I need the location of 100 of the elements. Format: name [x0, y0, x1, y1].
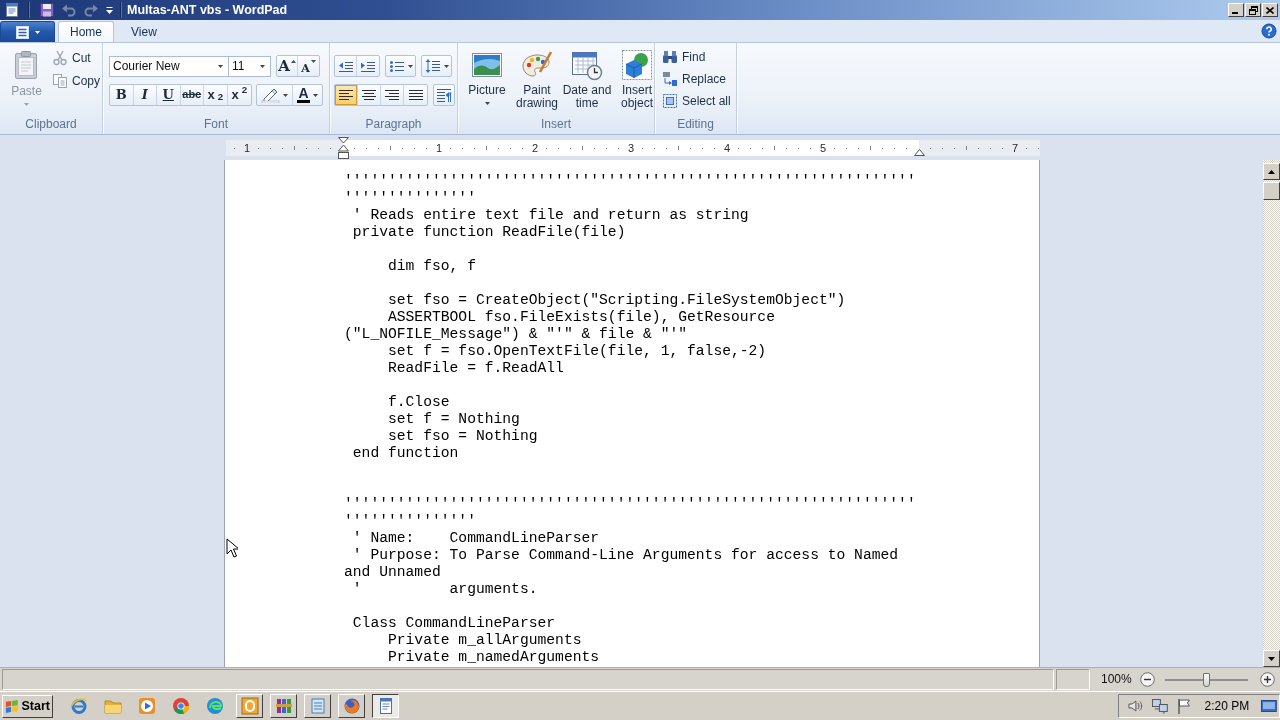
- taskbar-button[interactable]: [372, 694, 399, 718]
- ring-icon[interactable]: [70, 697, 88, 715]
- indent-handle[interactable]: [337, 137, 349, 159]
- editing-button[interactable]: Replace: [660, 68, 736, 90]
- zoom-in-icon[interactable]: [1259, 672, 1275, 687]
- network-icon[interactable]: [1150, 698, 1169, 714]
- code-line: end function: [351, 445, 460, 462]
- justify-icon: [407, 88, 424, 102]
- start-button[interactable]: Start: [2, 694, 53, 718]
- grow-font-button[interactable]: A: [277, 56, 298, 76]
- save-icon[interactable]: [39, 2, 55, 18]
- slider-thumb[interactable]: [1202, 672, 1210, 687]
- align-right-icon: [384, 88, 400, 102]
- caret-icon: [310, 59, 316, 63]
- zoom-out-icon[interactable]: [1139, 672, 1155, 687]
- help-icon[interactable]: [1261, 23, 1277, 39]
- align-center-icon: [361, 88, 377, 102]
- editing-button[interactable]: Find: [660, 46, 736, 68]
- ruler-number: 2: [531, 142, 539, 154]
- flag-icon: [5, 697, 20, 715]
- format-button[interactable]: x$^{2}$: [227, 85, 251, 105]
- paragraph-button[interactable]: [433, 84, 455, 106]
- ruler-number: 1: [435, 142, 443, 154]
- code-line: Class CommandLineParser: [351, 615, 557, 632]
- insert-button[interactable]: Insert object: [612, 49, 662, 117]
- scrollbar-thumb[interactable]: [1263, 182, 1280, 200]
- font-color-button[interactable]: A: [293, 85, 322, 105]
- caret-icon: [283, 93, 288, 97]
- code-line: set f = fso.OpenTextFile(file, 1, false,-2): [386, 343, 768, 360]
- restore-icon: [1248, 5, 1258, 15]
- page-icon: [15, 25, 30, 39]
- binoculars-icon: [662, 49, 678, 65]
- code-line: ("L_NOFILE_Message") & "'" & file & "'": [344, 326, 688, 343]
- ribbon-tab[interactable]: Home: [58, 21, 114, 42]
- ruler-number: 5: [819, 142, 827, 154]
- scissors-icon: [52, 50, 68, 66]
- caret-icon: [218, 64, 223, 68]
- code-line: ' Reads entire text file and return as string: [351, 207, 750, 224]
- bullet-list-icon: [388, 58, 405, 74]
- code-line: Private m_allArguments: [386, 632, 583, 649]
- editing-button[interactable]: Select all: [660, 90, 736, 112]
- format-button[interactable]: x$_{2}$: [204, 85, 228, 105]
- ribbon-tab[interactable]: View: [119, 21, 169, 42]
- ring-tile-icon: [240, 697, 259, 715]
- code-line: ''''''''''''''''''''''''''''''''''''''''''''''''''''''''''''''''': [344, 496, 917, 513]
- align-button[interactable]: [335, 85, 358, 105]
- caret-icon: [24, 103, 29, 107]
- copy-icon: [52, 73, 68, 89]
- show-desktop-icon[interactable]: [1261, 699, 1277, 713]
- calendar-clock-icon: [571, 49, 603, 81]
- ruler-number: 3: [627, 142, 635, 154]
- play-icon[interactable]: [138, 697, 156, 715]
- app-menu-button[interactable]: [0, 21, 55, 42]
- bullets-button[interactable]: [385, 55, 416, 77]
- format-button[interactable]: B: [110, 85, 134, 105]
- code-line: ' Name: CommandLineParser: [351, 530, 601, 547]
- status-panel: [1056, 669, 1090, 690]
- minimize-button[interactable]: [1228, 3, 1244, 17]
- code-line: and Unnamed: [344, 564, 442, 581]
- globe-icon: [342, 697, 361, 715]
- customize-dropdown-icon[interactable]: [105, 5, 114, 15]
- right-indent-handle[interactable]: [913, 149, 925, 156]
- insert-button[interactable]: Picture: [462, 49, 512, 117]
- group-label: Editing: [676, 117, 715, 133]
- ruler-number: 1: [243, 142, 251, 154]
- books-icon: [274, 697, 293, 715]
- scroll-down-button[interactable]: [1263, 650, 1280, 667]
- segmented-circle-icon[interactable]: [172, 697, 190, 715]
- code-line: set fso = Nothing: [386, 428, 539, 445]
- flag-icon[interactable]: [1176, 698, 1191, 714]
- code-line: ''''''''''''''': [344, 190, 477, 207]
- insert-button[interactable]: Paint drawing: [512, 49, 562, 117]
- restore-button[interactable]: [1245, 3, 1261, 17]
- group-label: Insert: [540, 117, 572, 133]
- shrink-font-button[interactable]: A: [298, 56, 319, 76]
- window-title: Multas-ANT vbs - WordPad: [127, 2, 288, 18]
- code-line: ' Purpose: To Parse Command-Line Arguments for access to Named: [351, 547, 900, 564]
- code-line: set f = Nothing: [386, 411, 521, 428]
- format-button[interactable]: abc: [180, 85, 204, 105]
- caret-icon: [260, 64, 265, 68]
- format-button[interactable]: I: [133, 85, 157, 105]
- down-arrow-icon: [1268, 656, 1275, 661]
- speaker-icon[interactable]: [1127, 698, 1143, 714]
- format-button[interactable]: U: [157, 85, 181, 105]
- line-spacing-icon: [424, 58, 441, 74]
- replace-icon: [662, 71, 678, 87]
- code-line: set fso = CreateObject("Scripting.FileSystemObject"): [386, 292, 847, 309]
- font-name-combobox[interactable]: Courier New: [109, 55, 229, 77]
- insert-button[interactable]: Date and time: [562, 49, 612, 117]
- code-line: f.Close: [386, 394, 451, 411]
- notepad-icon[interactable]: [4, 2, 20, 18]
- scroll-up-button[interactable]: [1263, 163, 1280, 180]
- code-line: ' arguments.: [351, 581, 539, 598]
- font-size-combobox[interactable]: 11: [229, 55, 271, 77]
- paragraph-icon: [436, 87, 452, 103]
- line-spacing-button[interactable]: [421, 55, 452, 77]
- group-label: Paragraph: [364, 117, 423, 133]
- code-line: ASSERTBOOL fso.FileExists(file), GetResource: [386, 309, 776, 326]
- close-button[interactable]: [1262, 3, 1278, 17]
- ruler-number: 4: [723, 142, 731, 154]
